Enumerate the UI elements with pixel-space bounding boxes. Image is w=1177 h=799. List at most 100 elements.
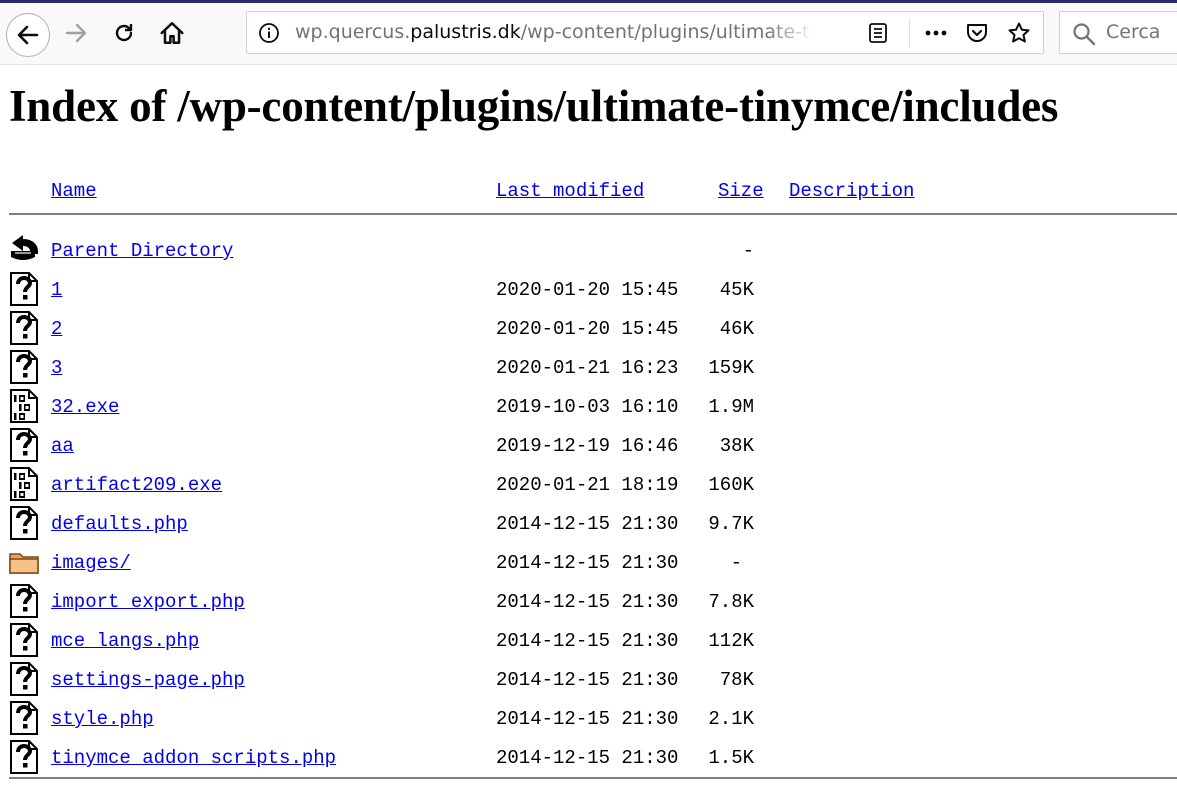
table-row: style.php 2014-12-15 21:30 2.1K [0, 698, 1177, 737]
file-link[interactable]: style.php [51, 708, 154, 730]
home-button[interactable] [154, 15, 190, 51]
file-link[interactable]: 2 [51, 318, 62, 340]
file-link[interactable]: tinymce_addon_scripts.php [51, 747, 336, 769]
file-size: 159K [708, 357, 754, 379]
binary-file-icon [9, 467, 39, 501]
last-modified: 2014-12-15 21:30 [496, 708, 679, 730]
last-modified: 2014-12-15 21:30 [496, 747, 679, 769]
table-row: tinymce_addon_scripts.php 2014-12-15 21:3… [0, 737, 1177, 776]
directory-listing: Name Last modified Size Description Pare… [0, 178, 1177, 779]
file-link[interactable]: settings-page.php [51, 669, 245, 691]
file-size: 160K [708, 474, 754, 496]
url-prefix: wp.quercus. [295, 21, 411, 43]
parent-directory-link[interactable]: Parent Directory [51, 240, 233, 262]
header-divider [9, 213, 1177, 215]
home-icon [160, 22, 184, 44]
unknown-file-icon [9, 584, 39, 618]
page-title: Index of /wp-content/plugins/ultimate-ti… [9, 81, 1059, 131]
last-modified: 2020-01-20 15:45 [496, 279, 679, 301]
folder-icon [9, 545, 39, 579]
table-row: images/2014-12-15 21:30 - [0, 542, 1177, 581]
unknown-file-icon [9, 701, 39, 735]
back-button[interactable] [6, 13, 50, 57]
footer-divider [9, 777, 1177, 779]
file-size: 1.5K [708, 747, 754, 769]
file-size: 7.8K [708, 591, 754, 613]
reload-button[interactable] [106, 15, 142, 51]
file-size: 78K [719, 669, 754, 691]
file-link[interactable]: defaults.php [51, 513, 188, 535]
back-arrow-icon [9, 233, 39, 267]
url-host: palustris.dk [410, 21, 521, 43]
file-size: 45K [719, 279, 754, 301]
forward-arrow-icon [65, 23, 87, 43]
pocket-icon[interactable] [965, 21, 989, 45]
unknown-file-icon [9, 311, 39, 345]
table-row: settings-page.php 2014-12-15 21:30 78K [0, 659, 1177, 698]
unknown-file-icon [9, 350, 39, 384]
sort-by-name-link[interactable]: Name [51, 180, 97, 202]
file-size: 2.1K [708, 708, 754, 730]
address-bar[interactable]: wp.quercus.palustris.dk/wp-content/plugi… [246, 11, 1044, 54]
file-link[interactable]: 3 [51, 357, 62, 379]
unknown-file-icon [9, 623, 39, 657]
table-row: 2 2020-01-20 15:45 46K [0, 308, 1177, 347]
url-text[interactable]: wp.quercus.palustris.dk/wp-content/plugi… [295, 21, 811, 43]
file-link[interactable]: aa [51, 435, 74, 457]
reader-view-icon[interactable] [867, 22, 889, 44]
table-row: 32.exe 2019-10-03 16:10 1.9M [0, 386, 1177, 425]
binary-file-icon [9, 389, 39, 423]
file-size: 1.9M [708, 396, 754, 418]
bookmark-star-icon[interactable] [1007, 21, 1031, 45]
last-modified: 2014-12-15 21:30 [496, 552, 679, 574]
last-modified: 2014-12-15 21:30 [496, 630, 679, 652]
file-link[interactable]: artifact209.exe [51, 474, 222, 496]
file-link[interactable]: images/ [51, 552, 131, 574]
search-icon [1073, 23, 1096, 46]
table-row: artifact209.exe 2020-01-21 18:19 160K [0, 464, 1177, 503]
forward-button[interactable] [58, 15, 94, 51]
file-link[interactable]: 1 [51, 279, 62, 301]
last-modified: 2020-01-21 18:19 [496, 474, 679, 496]
table-row: aa 2019-12-19 16:46 38K [0, 425, 1177, 464]
listing-rows: Parent Directory - 1 2020-01-20 15:45 45K 2… [0, 230, 1177, 776]
file-link[interactable]: mce_langs.php [51, 630, 199, 652]
search-bar[interactable]: Cerca [1059, 11, 1177, 54]
page-actions-icon[interactable] [923, 22, 949, 44]
table-row: mce_langs.php 2014-12-15 21:30 112K [0, 620, 1177, 659]
file-size: - [730, 552, 742, 574]
unknown-file-icon [9, 662, 39, 696]
window-accent-bar [0, 0, 1177, 3]
url-fade [767, 14, 815, 50]
table-row: defaults.php 2014-12-15 21:30 9.7K [0, 503, 1177, 542]
file-size: 112K [708, 630, 754, 652]
unknown-file-icon [9, 428, 39, 462]
parent-size: - [742, 240, 754, 262]
sort-by-description-link[interactable]: Description [789, 180, 914, 202]
last-modified: 2019-10-03 16:10 [496, 396, 679, 418]
parent-directory-row: Parent Directory - [0, 230, 1177, 269]
table-row: 3 2020-01-21 16:23 159K [0, 347, 1177, 386]
unknown-file-icon [9, 272, 39, 306]
last-modified: 2019-12-19 16:46 [496, 435, 679, 457]
unknown-file-icon [9, 506, 39, 540]
url-separator [909, 18, 910, 48]
site-info-icon[interactable] [258, 22, 280, 44]
table-row: import_export.php 2014-12-15 21:30 7.8K [0, 581, 1177, 620]
table-row: 1 2020-01-20 15:45 45K [0, 269, 1177, 308]
last-modified: 2020-01-20 15:45 [496, 318, 679, 340]
sort-by-last-modified-link[interactable]: Last modified [496, 180, 644, 202]
last-modified: 2020-01-21 16:23 [496, 357, 679, 379]
search-placeholder: Cerca [1106, 21, 1161, 43]
unknown-file-icon [9, 740, 39, 774]
last-modified: 2014-12-15 21:30 [496, 513, 679, 535]
file-size: 9.7K [708, 513, 754, 535]
back-arrow-icon [17, 25, 39, 45]
file-size: 46K [719, 318, 754, 340]
reload-icon [115, 24, 133, 42]
file-link[interactable]: import_export.php [51, 591, 245, 613]
sort-by-size-link[interactable]: Size [718, 180, 764, 202]
file-link[interactable]: 32.exe [51, 396, 119, 418]
listing-header: Name Last modified Size Description [0, 178, 1177, 214]
last-modified: 2014-12-15 21:30 [496, 591, 679, 613]
